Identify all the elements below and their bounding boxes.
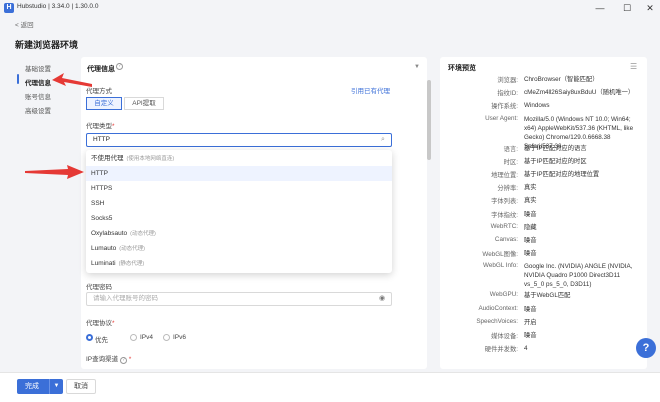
proxy-type-label: 代理类型* [86, 123, 115, 130]
proxy-type-dropdown: 不使用代理 (使用本地网络直连) HTTP HTTPS SSH Socks5 Ox… [86, 150, 392, 273]
option-no-proxy[interactable]: 不使用代理 (使用本地网络直连) [86, 151, 392, 166]
maximize-button[interactable]: ☐ [617, 2, 637, 14]
option-socks5[interactable]: Socks5 [86, 211, 392, 226]
preview-row-value: 噪音 [524, 210, 537, 218]
password-placeholder: 请输入代理账号的密码 [93, 295, 158, 302]
preview-row-key: WebGL图像: [482, 251, 518, 259]
preview-row-value: 真实 [524, 184, 537, 192]
preview-row-key: 操作系统: [491, 103, 518, 111]
preview-row-value: 噪音 [524, 237, 537, 244]
back-link[interactable]: < 返回 [15, 19, 34, 29]
proxy-password-input[interactable]: 请输入代理账号的密码 ◉ [86, 292, 392, 306]
arrow-to-http-option [25, 165, 84, 179]
preview-row-key: 媒体设备: [491, 333, 518, 340]
option-lumauto[interactable]: Lumauto (动态代理) [86, 241, 392, 256]
radio-ipv6[interactable] [163, 334, 170, 341]
search-icon: ⌕ [381, 136, 385, 143]
preview-row-value: 基于IP匹配对应的语言 [524, 144, 587, 152]
preview-row-key: Canvas: [494, 236, 518, 243]
preview-row-value: 4 [524, 345, 528, 353]
sidebar-item-proxy[interactable]: 代理信息 [25, 77, 51, 87]
preview-row-key: 浏览器: [497, 77, 518, 84]
collapse-caret-icon[interactable]: ▼ [414, 64, 420, 70]
preview-row-key: 分辨率: [497, 185, 518, 193]
list-icon[interactable]: ☰ [630, 62, 637, 71]
complete-dropdown-caret-icon[interactable]: ▼ [49, 379, 63, 394]
proxy-method-label: 代理方式 [86, 88, 112, 95]
preview-row-key: WebGL Info: [482, 262, 518, 270]
preview-rows: 浏览器: ChroBrowser（智能匹配） 指纹ID: cMeZm4ll26Saiy… [448, 75, 644, 365]
proxy-type-value: HTTP [93, 136, 110, 143]
ip-channel-label: IP查询渠道 ? * [86, 356, 132, 364]
cancel-button[interactable]: 取消 [66, 379, 96, 394]
preview-row-value: 噪音 [524, 332, 537, 339]
proxy-password-label: 代理密码 [86, 284, 112, 291]
radio-ipv4[interactable] [130, 334, 137, 341]
preview-row-key: 字体列表: [491, 198, 518, 206]
preview-row-value: 基于IP匹配对应的地理位置 [524, 171, 600, 178]
sidebar-item-basic[interactable]: 基础设置 [25, 63, 51, 73]
preview-row-value: ChroBrowser（智能匹配） [524, 76, 599, 83]
sidebar-item-advanced[interactable]: 高级设置 [25, 105, 51, 115]
radio-priority[interactable] [86, 334, 93, 341]
radio-ipv6-label: IPv6 [173, 334, 187, 341]
minimize-button[interactable]: — [590, 2, 610, 14]
radio-ipv4-label: IPv4 [140, 334, 154, 341]
preview-row-key: SpeechVoices: [476, 317, 518, 325]
preview-row-key: 地理位置: [491, 172, 518, 179]
sidebar-active-indicator [17, 74, 19, 84]
radio-priority-label: 优先 [95, 337, 108, 344]
eye-icon[interactable]: ◉ [379, 293, 385, 305]
preview-row-key: WebGPU: [489, 291, 518, 299]
preview-row-value: 噪音 [524, 250, 537, 258]
preview-row-value: 隐藏 [524, 223, 537, 231]
help-button[interactable]: ? [636, 338, 656, 358]
sidebar-item-account[interactable]: 账号信息 [25, 91, 51, 101]
title-bar: H Hubstudio | 3.34.0 | 1.30.0.0 — ☐ ✕ [0, 0, 660, 16]
preview-row-value: 开启 [524, 318, 537, 326]
proxy-section-header[interactable]: 代理信息 ? ▼ [81, 62, 427, 74]
page-title: 新建浏览器环境 [15, 40, 79, 50]
close-button[interactable]: ✕ [640, 2, 660, 14]
option-oxylabsauto[interactable]: Oxylabsauto (动态代理) [86, 226, 392, 241]
preview-row-value: 基于IP匹配对应的时区 [524, 157, 587, 165]
app-logo-icon: H [4, 3, 14, 13]
preview-row-key: 指纹ID: [497, 90, 518, 98]
preview-row-value: cMeZm4ll26Saiy8uxBduU（随机唯一） [524, 89, 635, 97]
question-icon: ? [119, 357, 127, 364]
proxy-section-title: 代理信息 [87, 66, 115, 73]
preview-row-value: Google Inc. (NVIDIA) ANGLE (NVIDIA, NVID… [524, 263, 633, 289]
preview-row-value: 噪音 [524, 305, 537, 313]
preview-row-key: WebRTC: [490, 222, 518, 230]
preview-row-value: 基于WebGL匹配 [524, 292, 571, 300]
preview-row-key: 硬件并发数: [484, 346, 518, 354]
option-luminati[interactable]: Luminati (静态代理) [86, 256, 392, 271]
proxy-type-select[interactable]: HTTP ⌕ [86, 133, 392, 147]
preview-title: 环境预览 [448, 65, 476, 72]
preview-row-key: 字体指纹: [491, 211, 518, 219]
tab-api-extract[interactable]: API提取 [124, 97, 164, 110]
preview-row-key: User Agent: [485, 114, 518, 122]
tab-custom[interactable]: 自定义 [86, 97, 122, 110]
preview-row-key: 时区: [503, 158, 518, 166]
footer-bar [0, 372, 660, 402]
proxy-protocol-label: 代理协议* [86, 320, 115, 327]
form-scrollbar[interactable] [427, 80, 431, 160]
preview-row-key: AudioContext: [478, 304, 518, 312]
reuse-proxy-link[interactable]: 引用已有代理 [351, 85, 390, 95]
preview-row-value: 真实 [524, 197, 537, 205]
option-http[interactable]: HTTP [86, 166, 392, 181]
preview-row-key: 语言: [503, 145, 518, 153]
info-icon: ? [116, 63, 123, 70]
window-title: Hubstudio | 3.34.0 | 1.30.0.0 [17, 3, 99, 10]
preview-row-value: Windows [524, 102, 550, 110]
option-https[interactable]: HTTPS [86, 181, 392, 196]
option-ssh[interactable]: SSH [86, 196, 392, 211]
